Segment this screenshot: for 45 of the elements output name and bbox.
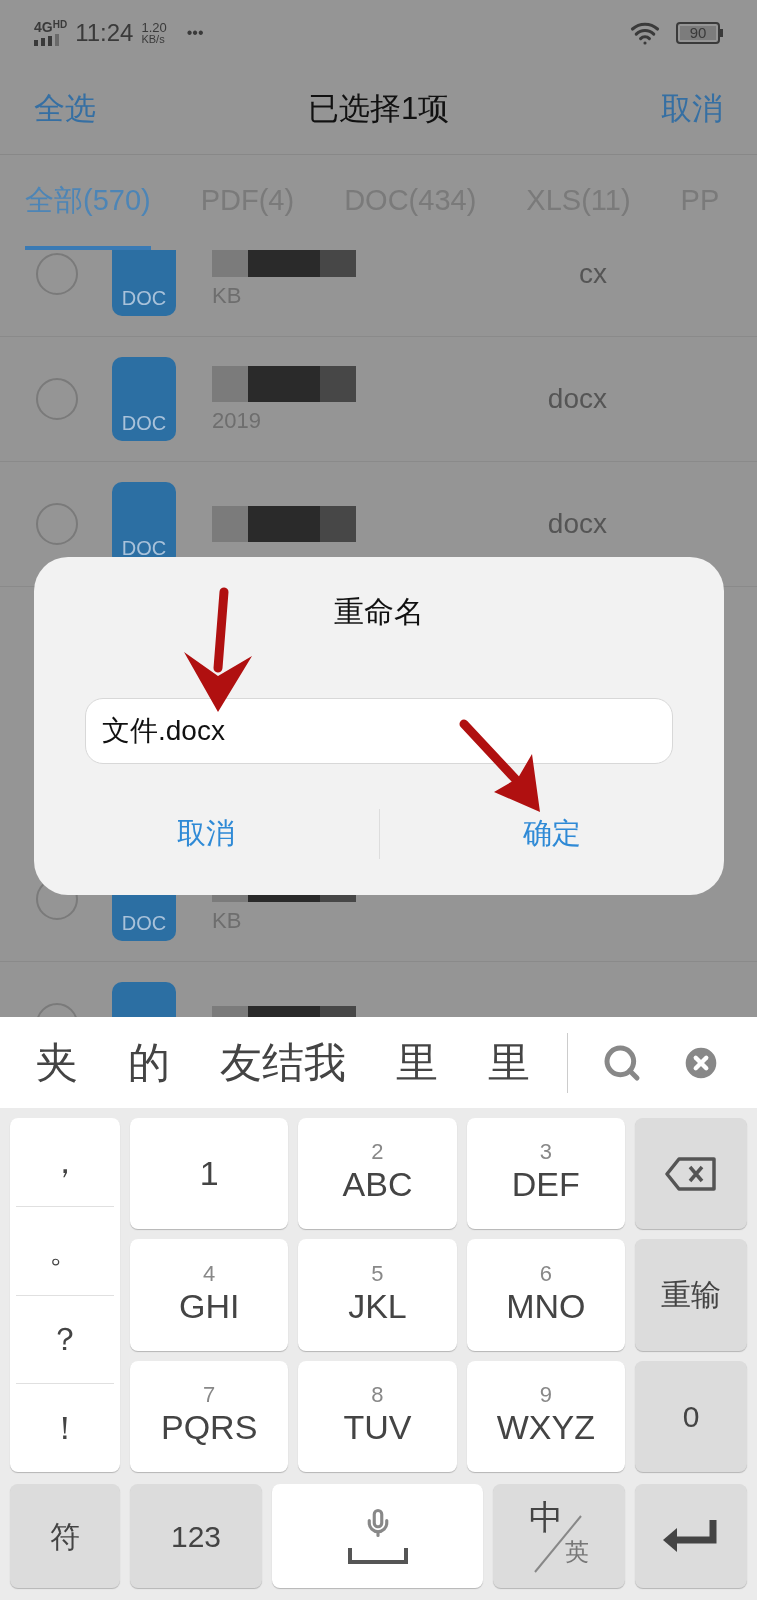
punctuation-key[interactable]: ， (16, 1118, 114, 1206)
filename-field[interactable]: 文件.docx (85, 698, 673, 764)
punctuation-key[interactable]: ？ (16, 1294, 114, 1384)
doc-label: DOC (121, 413, 167, 433)
candidate-word[interactable]: 夹 (36, 1041, 78, 1084)
network-label: HD (52, 19, 68, 30)
space-icon (347, 1548, 408, 1564)
key[interactable]: 123 (130, 1484, 262, 1588)
doc-label: DOC (121, 288, 167, 308)
key[interactable]: 6 MNO (466, 1239, 625, 1351)
backspace-icon (665, 1156, 717, 1191)
speed-unit: KB/s (141, 33, 166, 45)
header-title: 已选择1项 (307, 90, 450, 129)
language-key[interactable]: 中 英 (493, 1484, 625, 1588)
candidate-word[interactable]: 友结我 (220, 1041, 346, 1084)
key[interactable]: 5 JKL (298, 1239, 457, 1351)
candidate-word[interactable]: 里 (396, 1041, 438, 1084)
clock: 11:24 (75, 17, 134, 48)
candidate-word[interactable]: 的 (128, 1041, 170, 1084)
network-type: 4G (34, 19, 53, 34)
key[interactable]: 重输 (635, 1239, 747, 1351)
key[interactable]: 7 PQRS (130, 1360, 289, 1472)
file-name: docx (547, 385, 607, 413)
key[interactable]: 0 (635, 1360, 747, 1472)
speed-value: 1.20 (141, 20, 167, 34)
key[interactable]: 9 WXYZ (466, 1360, 625, 1472)
key[interactable]: 3 DEF (466, 1118, 625, 1230)
doc-label: DOC (121, 538, 167, 558)
key[interactable]: 2 ABC (298, 1118, 457, 1230)
key[interactable]: 4 GHI (130, 1239, 289, 1351)
punctuation-key[interactable]: ！ (16, 1383, 114, 1472)
candidate-word[interactable]: 里 (488, 1041, 530, 1084)
doc-label: DOC (121, 913, 167, 933)
file-name: docx (547, 510, 607, 538)
more-dots: ••• (186, 22, 204, 43)
backspace-key[interactable] (635, 1118, 747, 1230)
punctuation-key[interactable]: 。 (16, 1205, 114, 1295)
enter-key[interactable] (635, 1484, 747, 1588)
key[interactable]: 1 (130, 1118, 289, 1230)
battery-icon: 90 (676, 21, 720, 44)
file-name: cx (579, 260, 607, 288)
key[interactable]: 符 (10, 1484, 120, 1588)
dialog-title: 重命名 (334, 594, 424, 630)
space-key[interactable] (272, 1484, 483, 1588)
key[interactable]: 8 TUV (298, 1360, 457, 1472)
